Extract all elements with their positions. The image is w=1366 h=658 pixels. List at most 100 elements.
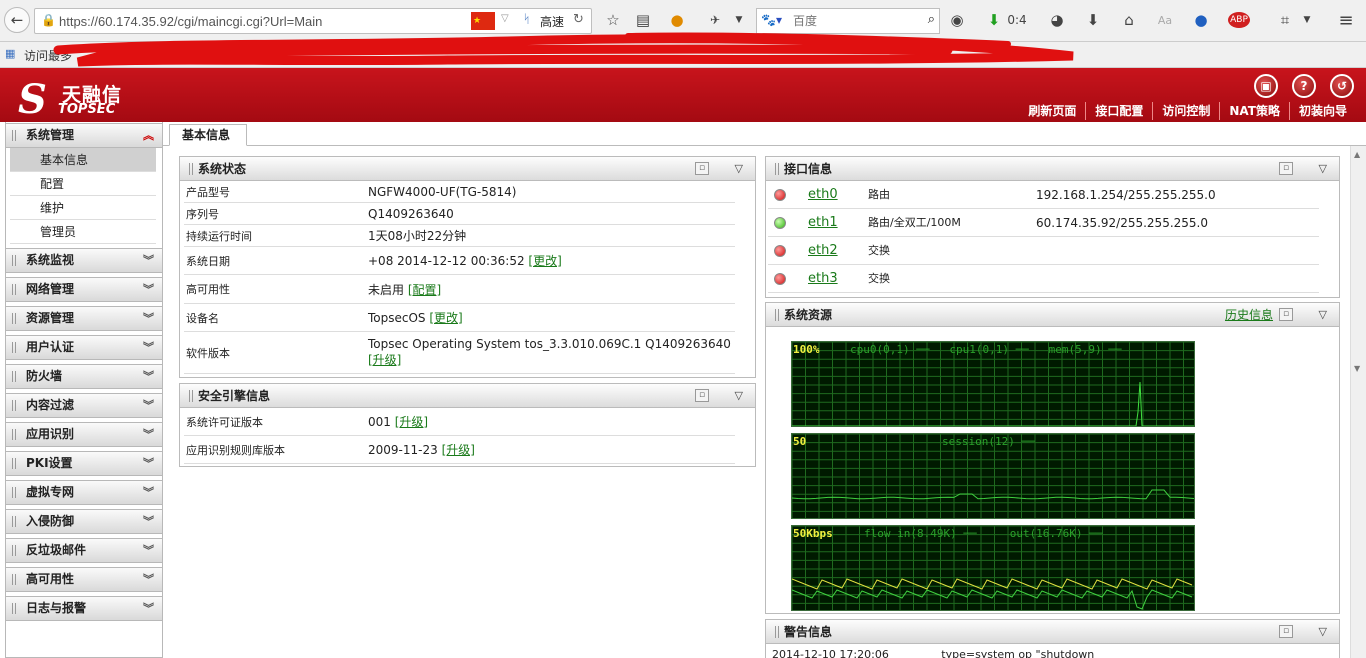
sidebar-item[interactable]: 防火墙 ︾ (6, 364, 162, 389)
info-action-link[interactable]: [升级] (395, 415, 428, 429)
interface-row: eth0 路由 192.168.1.254/255.255.255.0 (768, 181, 1319, 209)
hamburger-menu-icon[interactable]: ≡ (1334, 7, 1358, 33)
interface-type: 交换 (868, 244, 890, 257)
sidebar-item[interactable]: 资源管理 ︾ (6, 306, 162, 331)
info-action-link[interactable]: [升级] (368, 353, 401, 367)
info-row: 系统日期 +08 2014-12-12 00:36:52 [更改] (184, 247, 735, 275)
history-link[interactable]: 历史信息 (1225, 303, 1273, 327)
expand-chevron-icon[interactable]: ︾ (143, 423, 154, 446)
nav-refresh[interactable]: 刷新页面 (1019, 102, 1085, 120)
info-action-link[interactable]: [更改] (429, 311, 462, 325)
sidebar-item[interactable]: 入侵防御 ︾ (6, 509, 162, 534)
bookmark-star-icon[interactable]: ☆ (602, 7, 624, 33)
interface-name-link[interactable]: eth0 (808, 181, 838, 209)
expand-chevron-icon[interactable]: ︾ (143, 452, 154, 475)
sidebar-sub-basic-info[interactable]: 基本信息 (10, 148, 156, 172)
expand-chevron-icon[interactable]: ︾ (143, 510, 154, 533)
adblock-icon[interactable]: ABP (1226, 7, 1252, 33)
sidebar-item[interactable]: 网络管理 ︾ (6, 277, 162, 302)
collapse-chevron-icon[interactable]: ︽ (143, 124, 154, 147)
font-icon[interactable]: Aa (1154, 7, 1176, 33)
sidebar-item[interactable]: PKI设置 ︾ (6, 451, 162, 476)
expand-chevron-icon[interactable]: ︾ (143, 481, 154, 504)
nav-setup-wizard[interactable]: 初装向导 (1288, 102, 1356, 120)
sidebar-item[interactable]: 内容过滤 ︾ (6, 393, 162, 418)
sidebar-item[interactable]: 系统监视 ︾ (6, 248, 162, 273)
panel-refresh-icon[interactable]: ▫ (695, 162, 709, 175)
sidebar-item-system-management[interactable]: 系统管理 ︽ (6, 123, 162, 148)
panel-collapse-icon[interactable]: ▽ (1319, 157, 1327, 181)
palette-icon[interactable]: ◕ (1046, 7, 1068, 33)
nav-interface-config[interactable]: 接口配置 (1085, 102, 1152, 120)
url-bar[interactable]: 🔒 https://60.174.35.92/cgi/maincgi.cgi?U… (34, 8, 592, 34)
sidebar-item[interactable]: 日志与报警 ︾ (6, 596, 162, 621)
reload-icon[interactable]: ↻ (573, 12, 584, 27)
expand-chevron-icon[interactable]: ︾ (143, 307, 154, 330)
info-action-link[interactable]: [配置] (408, 283, 441, 297)
crop-icon[interactable]: ⌗ (1274, 7, 1296, 33)
scrollbar[interactable]: ▲ ▼ (1350, 146, 1366, 658)
overflow-icon[interactable]: ▼ (1300, 7, 1314, 33)
panel-refresh-icon[interactable]: ▫ (1279, 625, 1293, 638)
expand-chevron-icon[interactable]: ︾ (143, 336, 154, 359)
interface-row: eth3 交换 (768, 265, 1319, 293)
reading-list-icon[interactable]: ▤ (632, 7, 654, 33)
downloads-icon[interactable]: ⬇ (1082, 7, 1104, 33)
panel-collapse-icon[interactable]: ▽ (735, 157, 743, 181)
home-icon[interactable]: ⌂ (1118, 7, 1140, 33)
interface-name-link[interactable]: eth2 (808, 237, 838, 265)
expand-chevron-icon[interactable]: ︾ (143, 394, 154, 417)
plugin-icon[interactable]: ✈ (704, 7, 726, 33)
back-button[interactable]: ← (4, 7, 30, 33)
media-icon[interactable]: ● (1190, 7, 1212, 33)
menu-dropdown-icon[interactable]: ▼ (732, 7, 746, 33)
sidebar-item[interactable]: 高可用性 ︾ (6, 567, 162, 592)
system-status-panel: 系统状态 ▫ ▽ 产品型号 NGFW4000-UF(TG-5814) 序列号 Q140… (179, 156, 756, 378)
search-icon[interactable]: ⌕ (928, 12, 935, 27)
expand-chevron-icon[interactable]: ︾ (143, 249, 154, 272)
sidebar-sub-maintenance[interactable]: 维护 (10, 196, 156, 220)
panel-collapse-icon[interactable]: ▽ (735, 384, 743, 408)
expand-chevron-icon[interactable]: ︾ (143, 278, 154, 301)
sidebar-item[interactable]: 虚拟专网 ︾ (6, 480, 162, 505)
expand-chevron-icon[interactable]: ︾ (143, 597, 154, 620)
nav-access-control[interactable]: 访问控制 (1152, 102, 1219, 120)
expand-chevron-icon[interactable]: ︾ (143, 365, 154, 388)
info-action-link[interactable]: [升级] (442, 443, 475, 457)
tab-basic-info[interactable]: 基本信息 (169, 124, 248, 146)
help-icon[interactable]: ? (1292, 74, 1316, 98)
interface-row: eth1 路由/全双工/100M 60.174.35.92/255.255.255.… (768, 209, 1319, 237)
interface-name-link[interactable]: eth1 (808, 209, 838, 237)
download-icon[interactable]: ⬇ (984, 7, 1004, 33)
info-row: 产品型号 NGFW4000-UF(TG-5814) (184, 181, 735, 203)
expand-chevron-icon[interactable]: ︾ (143, 568, 154, 591)
globe-icon[interactable]: ◉ (946, 7, 968, 33)
panel-collapse-icon[interactable]: ▽ (1319, 303, 1327, 327)
sidebar-item[interactable]: 应用识别 ︾ (6, 422, 162, 447)
panel-title: 安全引擎信息 (198, 389, 271, 403)
info-key: 软件版本 (186, 346, 230, 360)
search-box[interactable]: 🐾▾ ⌕ (756, 8, 940, 34)
sidebar-sub-config[interactable]: 配置 (10, 172, 156, 196)
dropdown-icon[interactable]: ▽ (501, 13, 509, 24)
nav-nat-policy[interactable]: NAT策略 (1219, 102, 1289, 120)
sidebar-item[interactable]: 反垃圾邮件 ︾ (6, 538, 162, 563)
search-input[interactable] (793, 14, 913, 28)
info-action-link[interactable]: [更改] (528, 254, 561, 268)
scroll-down-icon[interactable]: ▼ (1354, 364, 1360, 373)
sidebar-sub-admin[interactable]: 管理员 (10, 220, 156, 244)
panel-refresh-icon[interactable]: ▫ (1279, 308, 1293, 321)
sidebar-item[interactable]: 用户认证 ︾ (6, 335, 162, 360)
panel-refresh-icon[interactable]: ▫ (1279, 162, 1293, 175)
speed-label[interactable]: 高速 (540, 13, 564, 30)
sidebar-item-label: 防火墙 (26, 369, 63, 383)
extension-icon[interactable]: ● (666, 7, 688, 33)
panel-collapse-icon[interactable]: ▽ (1319, 620, 1327, 644)
logo-mark: S (18, 76, 47, 123)
save-icon[interactable]: ▣ (1254, 74, 1278, 98)
expand-chevron-icon[interactable]: ︾ (143, 539, 154, 562)
logout-icon[interactable]: ↺ (1330, 74, 1354, 98)
panel-refresh-icon[interactable]: ▫ (695, 389, 709, 402)
scroll-up-icon[interactable]: ▲ (1354, 150, 1360, 159)
interface-name-link[interactable]: eth3 (808, 265, 838, 293)
